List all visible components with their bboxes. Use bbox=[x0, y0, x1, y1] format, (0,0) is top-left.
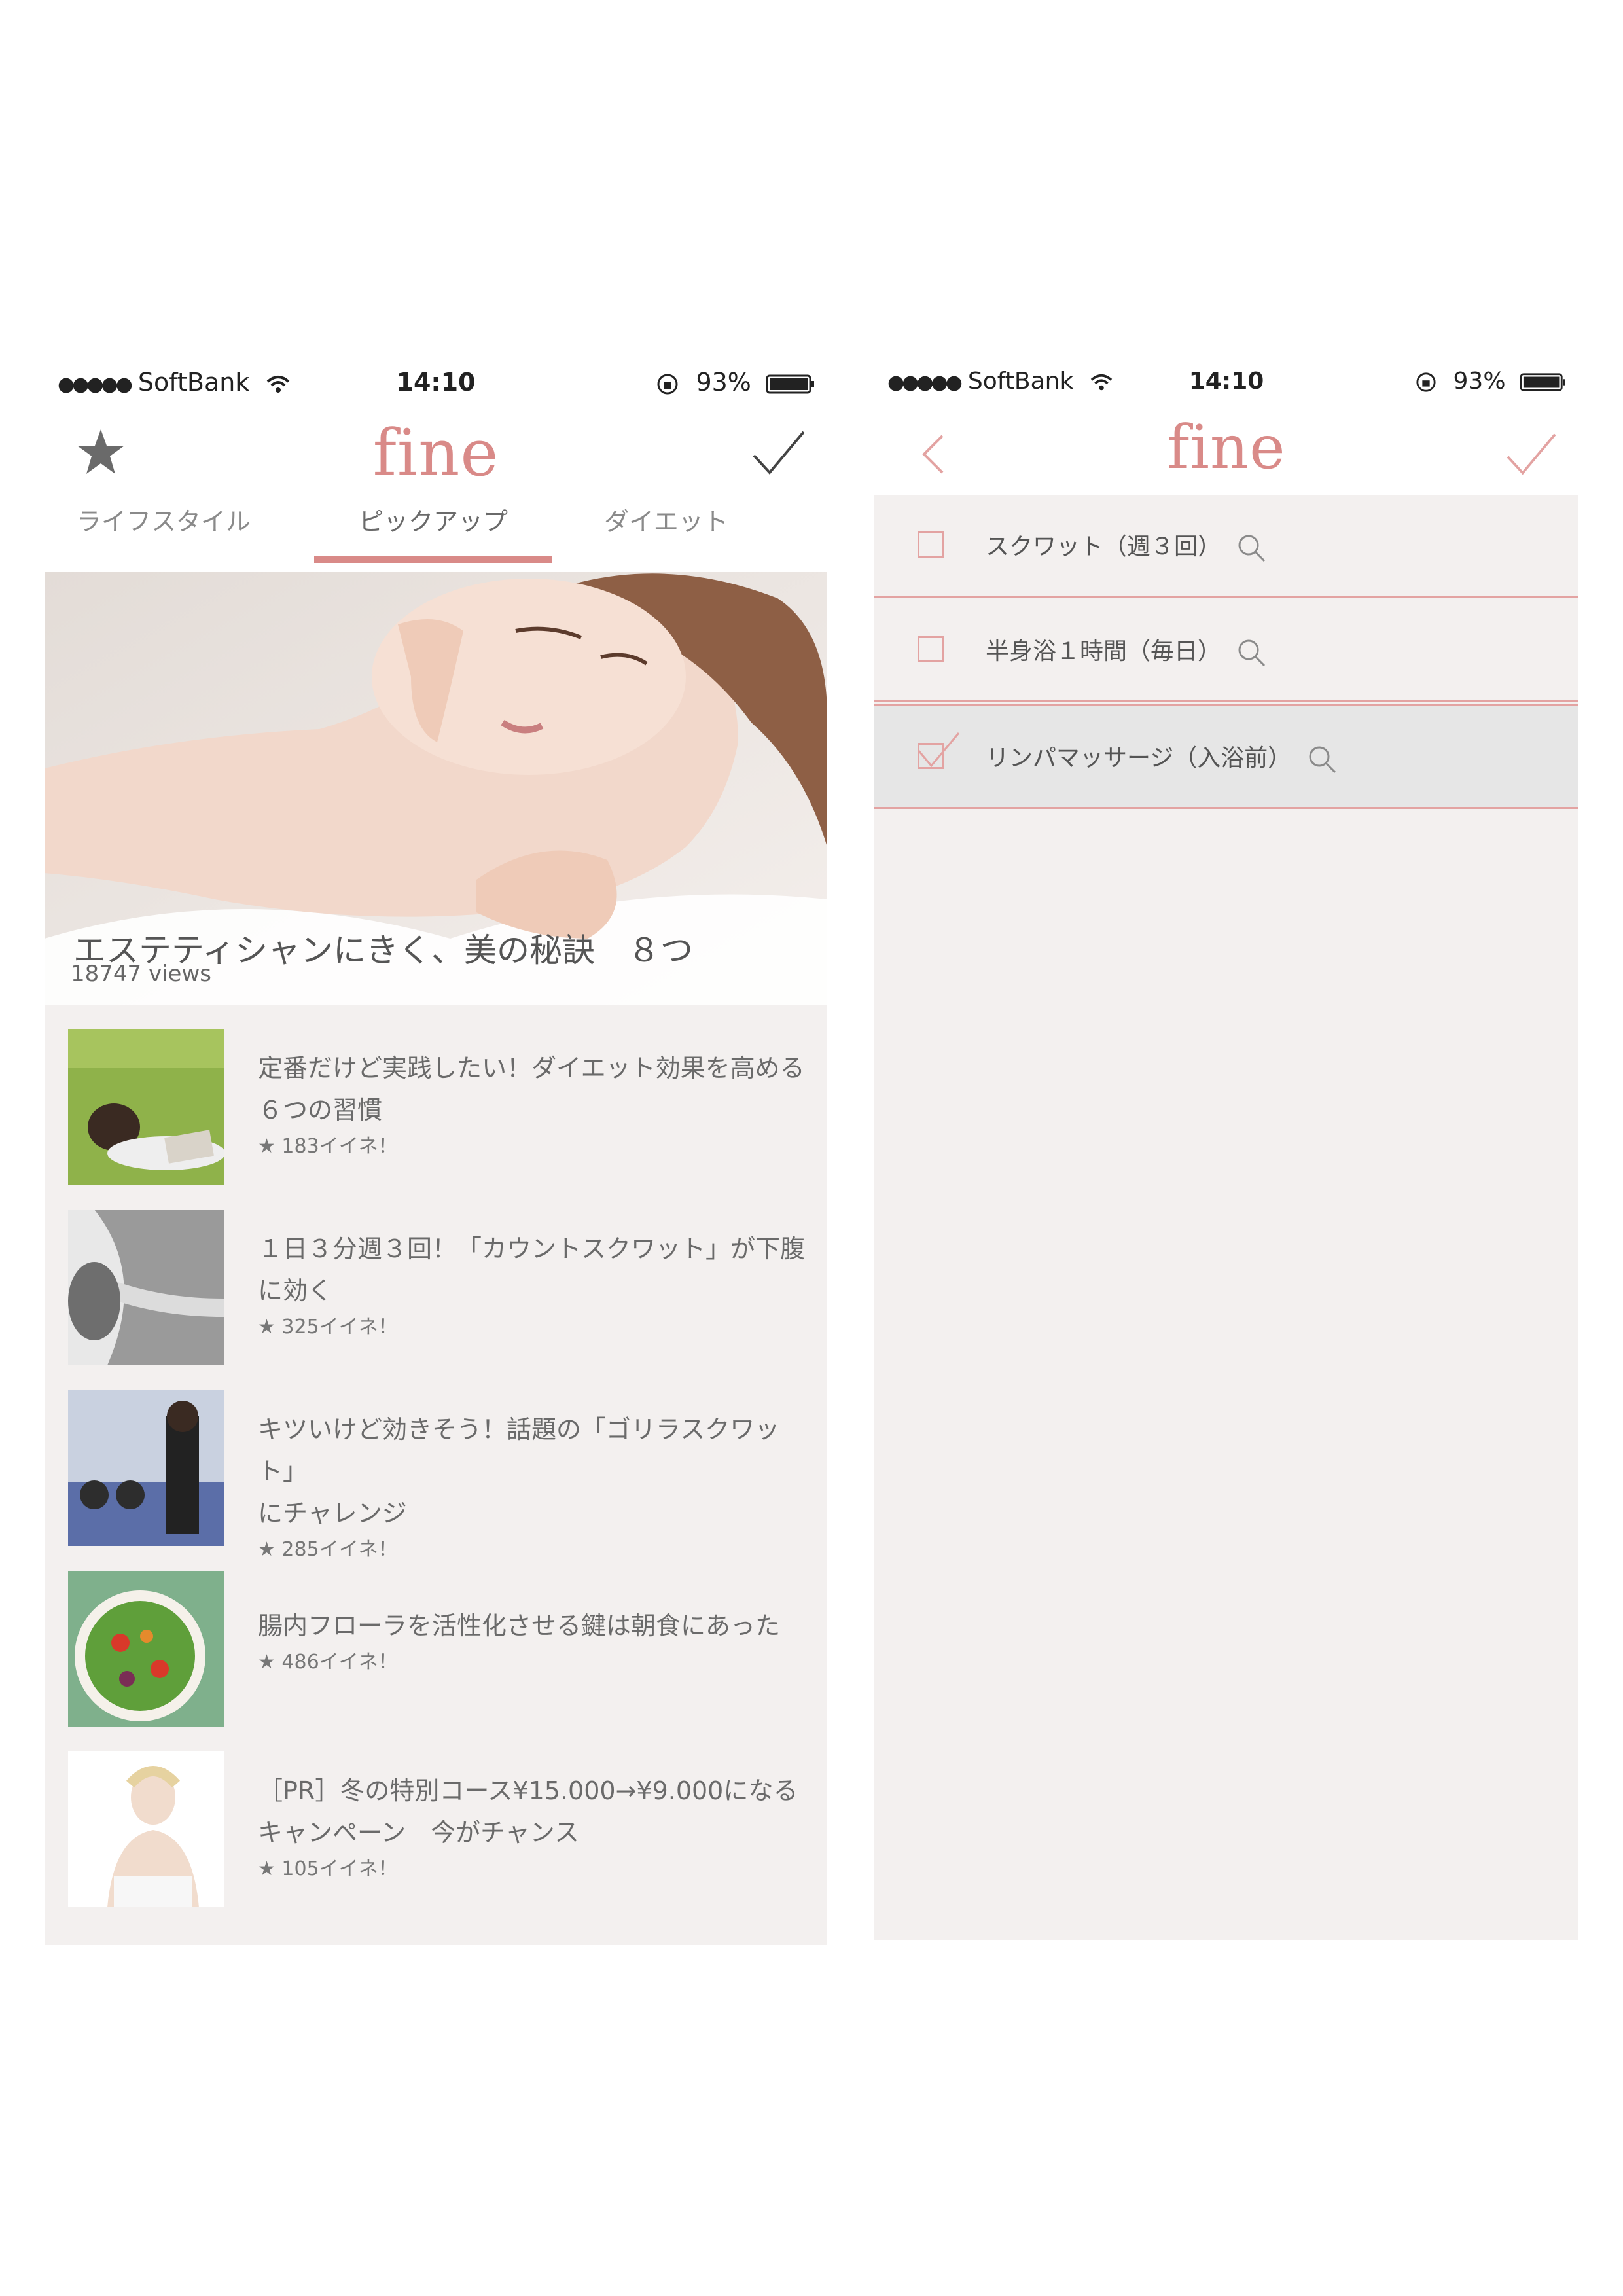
rotation-lock-icon bbox=[657, 374, 678, 394]
hero-article[interactable]: エステティシャンにきく、美の秘訣 ８つ 18747 views bbox=[45, 572, 827, 1005]
article-thumbnail bbox=[68, 1390, 224, 1546]
article-likes: ★ 325イイネ！ bbox=[258, 1316, 398, 1338]
article-likes: ★ 105イイネ！ bbox=[258, 1857, 398, 1880]
article-title-line1: １日３分週３回！「カウントスクワット」が下腹 bbox=[258, 1234, 806, 1263]
list-item[interactable]: 定番だけど実践したい！ダイエット効果を高める ６つの習慣 ★ 183イイネ！ bbox=[68, 1029, 821, 1186]
app-header: fine bbox=[45, 410, 827, 495]
checkmark-icon[interactable] bbox=[1504, 429, 1559, 479]
active-tab-indicator bbox=[314, 556, 552, 563]
app-header: fine bbox=[874, 410, 1578, 495]
article-title: １日３分週３回！「カウントスクワット」が下腹 に効く ★ 325イイネ！ bbox=[258, 1228, 814, 1340]
article-thumbnail bbox=[68, 1751, 224, 1907]
battery-group: 93% bbox=[656, 368, 815, 397]
checklist-item-text: スクワット（週３回） bbox=[986, 533, 1222, 560]
checklist-item-text: 半身浴１時間（毎日） bbox=[986, 638, 1222, 665]
checkbox-icon[interactable] bbox=[918, 636, 944, 662]
list-item[interactable]: ［PR］冬の特別コース¥15.000→¥9.000になる キャンペーン 今がチャ… bbox=[68, 1751, 821, 1909]
feed-screen: ●●●●● SoftBank 14:10 93% fine ライフスタイル ピッ… bbox=[45, 353, 827, 1945]
checkmark-icon[interactable] bbox=[750, 427, 808, 479]
article-title-line1: 定番だけど実践したい！ダイエット効果を高める bbox=[258, 1054, 805, 1083]
article-title-line1: ［PR］冬の特別コース¥15.000→¥9.000になる bbox=[258, 1776, 798, 1805]
battery-percent: 93% bbox=[696, 368, 751, 397]
checklist-item[interactable]: リンパマッサージ（入浴前） bbox=[874, 704, 1578, 809]
search-icon[interactable] bbox=[1236, 533, 1266, 563]
article-thumbnail bbox=[68, 1029, 224, 1185]
search-icon[interactable] bbox=[1236, 637, 1266, 668]
list-item[interactable]: 腸内フローラを活性化させる鍵は朝食にあった ★ 486イイネ！ bbox=[68, 1571, 821, 1728]
article-title: ［PR］冬の特別コース¥15.000→¥9.000になる キャンペーン 今がチャ… bbox=[258, 1770, 814, 1882]
rotation-lock-icon bbox=[1416, 372, 1436, 392]
article-list: 定番だけど実践したい！ダイエット効果を高める ６つの習慣 ★ 183イイネ！ １… bbox=[45, 1005, 827, 1945]
checklist: スクワット（週３回） 半身浴１時間（毎日） リンパマッサージ（入浴前） bbox=[874, 495, 1578, 1940]
category-tabs: ライフスタイル ピックアップ ダイエット bbox=[45, 495, 827, 572]
battery-group: 93% bbox=[1416, 368, 1567, 395]
article-likes: ★ 285イイネ！ bbox=[258, 1538, 398, 1561]
article-likes: ★ 486イイネ！ bbox=[258, 1651, 398, 1674]
checkbox-icon[interactable] bbox=[918, 531, 944, 558]
battery-icon bbox=[766, 374, 814, 393]
article-title-line1: 腸内フローラを活性化させる鍵は朝食にあった bbox=[258, 1611, 781, 1640]
article-title: 定番だけど実践したい！ダイエット効果を高める ６つの習慣 ★ 183イイネ！ bbox=[258, 1047, 814, 1160]
article-title-line2: にチャレンジ bbox=[258, 1499, 407, 1528]
article-title-line2: に効く bbox=[258, 1276, 333, 1305]
tab-diet[interactable]: ダイエット bbox=[548, 501, 784, 537]
status-bar: ●●●●● SoftBank 14:10 93% bbox=[874, 353, 1578, 410]
tab-lifestyle[interactable]: ライフスタイル bbox=[46, 501, 281, 537]
checkmark-icon bbox=[917, 732, 960, 768]
article-thumbnail bbox=[68, 1571, 224, 1727]
article-thumbnail bbox=[68, 1210, 224, 1365]
checklist-item[interactable]: 半身浴１時間（毎日） bbox=[874, 600, 1578, 702]
checkbox-icon[interactable] bbox=[917, 732, 960, 769]
checklist-item-label: スクワット（週３回） bbox=[986, 528, 1266, 563]
article-title-line2: ６つの習慣 bbox=[258, 1096, 383, 1124]
hero-views: 18747 views bbox=[71, 961, 211, 987]
status-bar: ●●●●● SoftBank 14:10 93% bbox=[45, 353, 827, 410]
checklist-item-label: 半身浴１時間（毎日） bbox=[986, 632, 1266, 668]
article-title-line1: キツいけど効きそう！話題の「ゴリラスクワット」 bbox=[258, 1415, 780, 1486]
list-item[interactable]: １日３分週３回！「カウントスクワット」が下腹 に効く ★ 325イイネ！ bbox=[68, 1210, 821, 1367]
checklist-item-text: リンパマッサージ（入浴前） bbox=[986, 745, 1292, 772]
article-likes: ★ 183イイネ！ bbox=[258, 1135, 398, 1158]
search-icon[interactable] bbox=[1307, 744, 1337, 774]
list-item[interactable]: キツいけど効きそう！話題の「ゴリラスクワット」 にチャレンジ ★ 285イイネ！ bbox=[68, 1390, 821, 1561]
battery-percent: 93% bbox=[1453, 368, 1506, 395]
checklist-item-label: リンパマッサージ（入浴前） bbox=[986, 739, 1337, 774]
checklist-screen: ●●●●● SoftBank 14:10 93% fine スクワット（週３回）… bbox=[874, 353, 1578, 1940]
article-title-line2: キャンペーン 今がチャンス bbox=[258, 1818, 579, 1847]
article-title: キツいけど効きそう！話題の「ゴリラスクワット」 にチャレンジ ★ 285イイネ！ bbox=[258, 1408, 814, 1563]
battery-icon bbox=[1520, 373, 1565, 391]
article-title: 腸内フローラを活性化させる鍵は朝食にあった ★ 486イイネ！ bbox=[258, 1605, 814, 1676]
app-logo: fine bbox=[1167, 412, 1286, 482]
tab-pickup[interactable]: ピックアップ bbox=[315, 501, 551, 537]
checklist-item[interactable]: スクワット（週３回） bbox=[874, 495, 1578, 598]
app-logo: fine bbox=[372, 416, 499, 491]
